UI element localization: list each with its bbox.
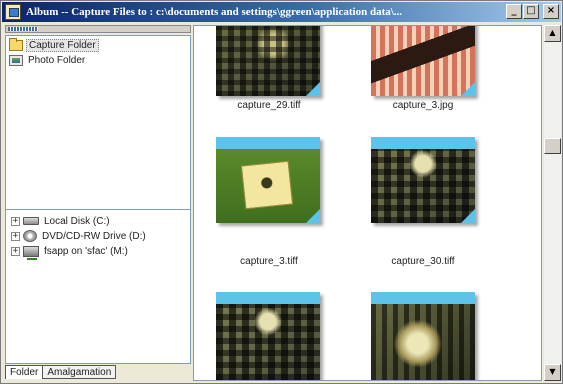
window-controls: _ □ ×: [506, 4, 559, 19]
thumbnail-image: [216, 304, 320, 380]
close-button[interactable]: ×: [543, 4, 559, 19]
cd-drive-icon: [23, 230, 37, 242]
scroll-up-button[interactable]: ▲: [544, 25, 561, 42]
vertical-scrollbar[interactable]: ▲ ▼: [544, 25, 561, 381]
thumbnail-grid: capture_29.tiff capture_3.jpg capture_3.…: [193, 25, 542, 381]
photo-folder-icon: [9, 54, 23, 66]
folder-item-label: Capture Folder: [26, 38, 99, 52]
expand-icon[interactable]: +: [11, 216, 20, 226]
thumbnail-image: [216, 26, 320, 96]
thumbnail-capture-30[interactable]: [371, 137, 475, 223]
thumbnail-capture-3-jpg[interactable]: [371, 26, 475, 96]
drive-item-network[interactable]: + fsapp on 'sfac' (M:): [11, 244, 130, 260]
thumbnail-row3-left[interactable]: [216, 292, 320, 380]
tab-amalgamation[interactable]: Amalgamation: [42, 365, 117, 379]
minimize-button[interactable]: _: [506, 4, 522, 19]
thumbnail-row3-right[interactable]: [371, 292, 475, 380]
drive-item-label: fsapp on 'sfac' (M:): [44, 245, 128, 257]
pane-toolbar[interactable]: [5, 25, 191, 33]
album-app-icon[interactable]: [5, 4, 21, 20]
folder-list: Capture Folder Photo Folder: [5, 35, 191, 231]
drive-item-label: DVD/CD-RW Drive (D:): [42, 230, 146, 242]
thumbnail-caption: capture_30.tiff: [391, 256, 455, 267]
pane-tabs: Folder Amalgamation: [5, 364, 191, 379]
left-pane: Capture Folder Photo Folder + Local Disk…: [5, 25, 191, 381]
scroll-down-button[interactable]: ▼: [544, 364, 561, 381]
thumbnail-caption: capture_29.tiff: [237, 100, 301, 111]
window-title: Album -- Capture Files to : c:\documents…: [26, 6, 403, 18]
thumbnail-image: [216, 149, 320, 223]
thumbnail-capture-29[interactable]: [216, 26, 320, 96]
drive-item-local-disk[interactable]: + Local Disk (C:): [11, 214, 112, 228]
folder-item-label: Photo Folder: [28, 54, 86, 66]
network-drive-icon: [23, 245, 39, 260]
scrollbar-thumb[interactable]: [544, 138, 561, 154]
thumbnail-image: [371, 304, 475, 380]
folder-item-capture[interactable]: Capture Folder: [9, 37, 99, 52]
drive-item-label: Local Disk (C:): [44, 215, 110, 227]
maximize-button[interactable]: □: [523, 4, 539, 19]
album-window: Album -- Capture Files to : c:\documents…: [0, 0, 563, 384]
drive-tree: + Local Disk (C:) + DVD/CD-RW Drive (D:)…: [5, 209, 191, 364]
capture-folder-icon: [9, 37, 23, 51]
thumbnail-capture-3-tiff[interactable]: [216, 137, 320, 223]
thumbnail-caption: capture_3.tiff: [240, 256, 298, 267]
title-bar[interactable]: Album -- Capture Files to : c:\documents…: [2, 2, 561, 22]
toolbar-grip-icon[interactable]: [8, 27, 38, 31]
drive-item-dvd[interactable]: + DVD/CD-RW Drive (D:): [11, 229, 148, 243]
thumbnail-image: [371, 26, 475, 96]
thumbnail-image: [371, 149, 475, 223]
expand-icon[interactable]: +: [11, 246, 20, 256]
hard-disk-icon: [23, 217, 39, 225]
expand-icon[interactable]: +: [11, 231, 20, 241]
tab-folder[interactable]: Folder: [5, 365, 44, 379]
thumbnail-caption: capture_3.jpg: [392, 100, 454, 111]
folder-item-photo[interactable]: Photo Folder: [9, 53, 87, 67]
